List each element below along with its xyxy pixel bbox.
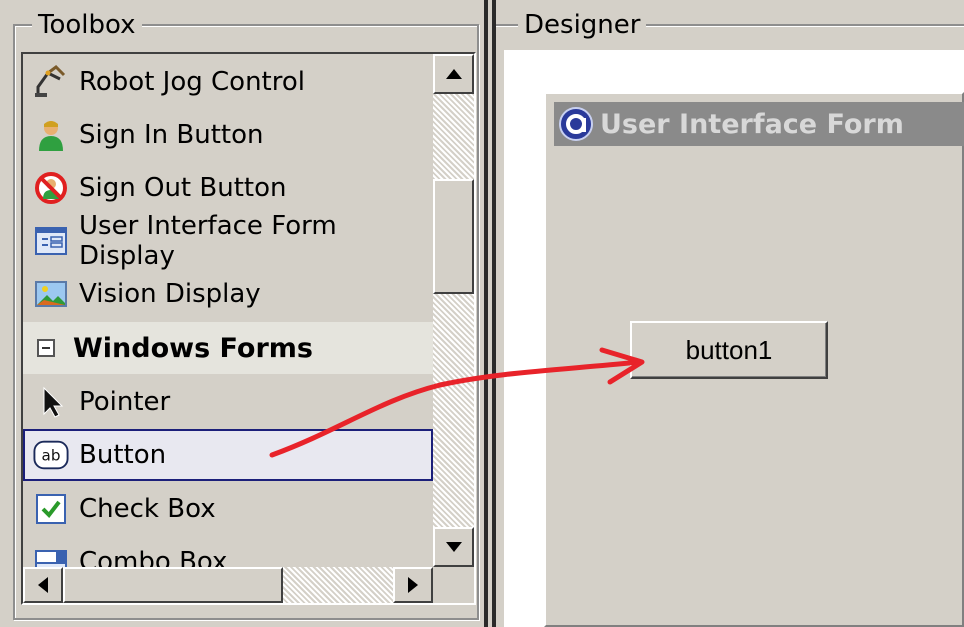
toolbox-item-label: Vision Display	[79, 279, 261, 309]
category-label: Windows Forms	[73, 332, 313, 364]
scroll-left-button[interactable]	[23, 567, 63, 603]
combobox-icon	[33, 544, 69, 567]
designer-title: Designer	[518, 10, 647, 40]
toolbox-item-pointer[interactable]: Pointer	[23, 376, 433, 428]
toolbox-list-items: Robot Jog Control Sign In Button Sign Ou…	[23, 54, 433, 567]
form-button-button1[interactable]: button1	[630, 321, 828, 379]
collapse-minus-icon[interactable]	[37, 339, 55, 357]
toolbox-item-label: Sign In Button	[79, 120, 264, 150]
scroll-down-button[interactable]	[433, 527, 474, 567]
toolbox-item-label: Combo Box	[79, 547, 228, 567]
horizontal-scroll-thumb[interactable]	[63, 567, 283, 603]
button-icon-text: ab	[42, 447, 61, 465]
user-interface-form[interactable]: User Interface Form button1	[544, 92, 964, 627]
scroll-right-button[interactable]	[393, 567, 433, 603]
toolbox-item-sign-out-button[interactable]: Sign Out Button	[23, 162, 433, 214]
sign-out-icon	[33, 170, 69, 206]
button-icon: ab	[33, 437, 69, 473]
vision-display-icon	[33, 276, 69, 312]
scrollbar-corner	[433, 567, 474, 603]
category-windows-forms[interactable]: Windows Forms	[23, 322, 433, 374]
toolbox-list[interactable]: Robot Jog Control Sign In Button Sign Ou…	[21, 52, 476, 605]
arrow-down-icon	[445, 542, 462, 552]
arrow-right-icon	[408, 577, 418, 593]
panel-splitter[interactable]	[484, 0, 496, 627]
arrow-up-icon	[445, 69, 462, 79]
pointer-icon	[33, 384, 69, 420]
user-sign-in-icon	[33, 117, 69, 153]
toolbox-item-label: Pointer	[79, 387, 171, 417]
vertical-scroll-thumb[interactable]	[433, 179, 474, 294]
robot-arm-icon	[33, 64, 69, 100]
form-titlebar[interactable]: User Interface Form	[554, 102, 964, 146]
toolbox-title: Toolbox	[32, 10, 142, 40]
toolbox-item-vision-display[interactable]: Vision Display	[23, 268, 433, 320]
arrow-left-icon	[38, 577, 48, 593]
toolbox-item-button[interactable]: ab Button	[23, 429, 433, 481]
form-title: User Interface Form	[600, 108, 904, 140]
designer-panel: Designer User Interface Form button1	[496, 0, 964, 627]
scroll-up-button[interactable]	[433, 54, 474, 94]
form-display-icon	[33, 223, 69, 259]
toolbox-item-label: Sign Out Button	[79, 173, 287, 203]
toolbox-item-user-interface-form-display[interactable]: User Interface Form Display	[23, 211, 433, 271]
toolbox-item-robot-jog-control[interactable]: Robot Jog Control	[23, 56, 433, 108]
toolbox-panel: Toolbox Robot Jog Control Sign In Button…	[0, 0, 484, 627]
toolbox-item-sign-in-button[interactable]: Sign In Button	[23, 109, 433, 161]
toolbox-item-label: Button	[79, 440, 167, 470]
horizontal-scrollbar[interactable]	[23, 567, 433, 603]
designer-surface[interactable]: User Interface Form button1	[504, 50, 964, 627]
form-app-icon	[558, 106, 594, 142]
toolbox-item-check-box[interactable]: Check Box	[23, 483, 433, 535]
toolbox-item-label: User Interface Form Display	[79, 211, 337, 271]
vertical-scrollbar[interactable]	[433, 54, 474, 567]
toolbox-item-combo-box[interactable]: Combo Box	[23, 536, 433, 567]
checkbox-icon	[33, 491, 69, 527]
toolbox-item-label: Robot Jog Control	[79, 67, 306, 97]
toolbox-item-label: Check Box	[79, 494, 216, 524]
